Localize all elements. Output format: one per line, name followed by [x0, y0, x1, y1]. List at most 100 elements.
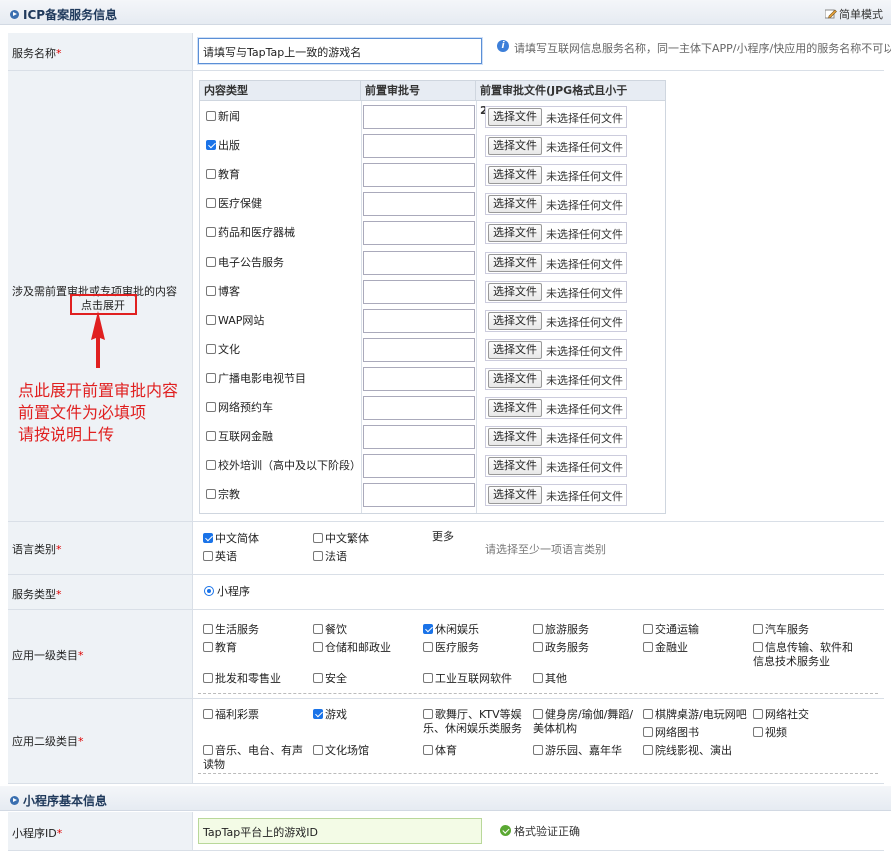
choose-file-button[interactable]: 选择文件: [488, 137, 542, 156]
checkbox-icon[interactable]: [206, 227, 216, 238]
approval-number-input[interactable]: [363, 134, 475, 159]
category-option[interactable]: 汽车服务: [753, 623, 809, 637]
approval-file-picker[interactable]: 选择文件 未选择任何文件: [485, 193, 627, 216]
approval-file-picker[interactable]: 选择文件 未选择任何文件: [485, 106, 627, 128]
checkbox-icon[interactable]: [753, 727, 763, 737]
checkbox-icon[interactable]: [206, 285, 216, 296]
approval-file-picker[interactable]: 选择文件 未选择任何文件: [485, 455, 627, 478]
lang-option[interactable]: 英语: [203, 550, 237, 564]
approval-number-input[interactable]: [363, 221, 475, 246]
choose-file-button[interactable]: 选择文件: [488, 195, 542, 214]
category-option[interactable]: 安全: [313, 672, 347, 686]
category-option[interactable]: 休闲娱乐: [423, 623, 479, 637]
category-option[interactable]: 网络图书: [643, 726, 699, 740]
approval-file-picker[interactable]: 选择文件 未选择任何文件: [485, 426, 627, 449]
checkbox-icon[interactable]: [206, 431, 216, 442]
content-type-option[interactable]: 宗教: [206, 488, 240, 502]
choose-file-button[interactable]: 选择文件: [488, 108, 542, 126]
content-type-option[interactable]: 电子公告服务: [206, 256, 284, 270]
category-option[interactable]: 歌舞厅、KTV等娱 乐、休闲娱乐类服务: [423, 708, 522, 736]
checkbox-icon[interactable]: [206, 111, 216, 121]
checkbox-icon[interactable]: [206, 343, 216, 354]
content-type-option[interactable]: 医疗保健: [206, 197, 262, 211]
approval-number-input[interactable]: [363, 366, 475, 391]
content-type-option[interactable]: 广播电影电视节目: [206, 372, 306, 386]
service-name-input[interactable]: 请填写与TapTap上一致的游戏名: [198, 38, 482, 64]
checkbox-icon[interactable]: [533, 709, 543, 719]
category-option[interactable]: 工业互联网软件: [423, 672, 512, 686]
category-option[interactable]: 文化场馆: [313, 744, 369, 758]
checkbox-icon[interactable]: [203, 745, 213, 755]
checkbox-icon[interactable]: [423, 624, 433, 634]
approval-number-input[interactable]: [363, 308, 475, 333]
approval-file-picker[interactable]: 选择文件 未选择任何文件: [485, 280, 627, 303]
checkbox-icon[interactable]: [643, 727, 653, 737]
checkbox-icon[interactable]: [203, 624, 213, 634]
checkbox-icon[interactable]: [533, 745, 543, 755]
checkbox-icon[interactable]: [313, 551, 323, 561]
checkbox-icon[interactable]: [313, 673, 323, 683]
choose-file-button[interactable]: 选择文件: [488, 428, 542, 447]
category-option[interactable]: 交通运输: [643, 623, 699, 637]
approval-file-picker[interactable]: 选择文件 未选择任何文件: [485, 222, 627, 245]
content-type-option[interactable]: 网络预约车: [206, 401, 273, 415]
approval-number-input[interactable]: [363, 425, 475, 450]
collapse-icon[interactable]: [10, 10, 19, 19]
checkbox-icon[interactable]: [206, 489, 216, 500]
checkbox-icon[interactable]: [643, 642, 653, 652]
miniprogram-id-input[interactable]: TapTap平台上的游戏ID: [198, 818, 482, 844]
category-option[interactable]: 教育: [203, 641, 237, 655]
checkbox-icon[interactable]: [533, 624, 543, 634]
content-type-option[interactable]: WAP网站: [206, 314, 264, 328]
collapse-icon[interactable]: [10, 796, 19, 805]
checkbox-icon[interactable]: [533, 673, 543, 683]
content-type-option[interactable]: 药品和医疗器械: [206, 226, 295, 240]
checkbox-icon[interactable]: [313, 745, 323, 755]
choose-file-button[interactable]: 选择文件: [488, 340, 542, 359]
approval-file-picker[interactable]: 选择文件 未选择任何文件: [485, 338, 627, 361]
approval-number-input[interactable]: [363, 105, 475, 129]
checkbox-icon[interactable]: [206, 198, 216, 209]
content-type-option[interactable]: 新闻: [206, 110, 240, 124]
checkbox-icon[interactable]: [533, 642, 543, 652]
checkbox-icon[interactable]: [423, 745, 433, 755]
category-option[interactable]: 音乐、电台、有声 读物: [203, 744, 303, 772]
choose-file-button[interactable]: 选择文件: [488, 166, 542, 185]
approval-file-picker[interactable]: 选择文件 未选择任何文件: [485, 484, 627, 507]
category-option[interactable]: 医疗服务: [423, 641, 479, 655]
approval-number-input[interactable]: [363, 454, 475, 479]
lang-option[interactable]: 中文简体: [203, 532, 259, 546]
approval-number-input[interactable]: [363, 396, 475, 420]
choose-file-button[interactable]: 选择文件: [488, 311, 542, 330]
category-option[interactable]: 福利彩票: [203, 708, 259, 722]
approval-file-picker[interactable]: 选择文件 未选择任何文件: [485, 164, 627, 187]
checkbox-icon[interactable]: [423, 642, 433, 652]
category-option[interactable]: 棋牌桌游/电玩网吧: [643, 708, 747, 722]
checkbox-icon[interactable]: [313, 624, 323, 634]
category-option[interactable]: 健身房/瑜伽/舞蹈/美体机构: [533, 708, 633, 736]
more-languages-link[interactable]: 更多: [432, 530, 454, 544]
checkbox-icon[interactable]: [643, 709, 653, 719]
checkbox-icon[interactable]: [206, 460, 216, 471]
checkbox-icon[interactable]: [203, 709, 213, 719]
content-type-option[interactable]: 博客: [206, 285, 240, 299]
approval-file-picker[interactable]: 选择文件 未选择任何文件: [485, 309, 627, 332]
checkbox-icon[interactable]: [643, 624, 653, 634]
category-option[interactable]: 体育: [423, 744, 457, 758]
approval-number-input[interactable]: [363, 279, 475, 304]
category-option[interactable]: 信息传输、软件和 信息技术服务业: [753, 641, 853, 669]
checkbox-icon[interactable]: [206, 314, 216, 325]
radio-icon[interactable]: [204, 586, 214, 596]
category-option[interactable]: 仓储和邮政业: [313, 641, 391, 655]
checkbox-icon[interactable]: [206, 372, 216, 383]
content-type-option[interactable]: 出版: [206, 139, 240, 153]
checkbox-icon[interactable]: [643, 745, 653, 755]
checkbox-icon[interactable]: [423, 709, 433, 719]
checkbox-icon[interactable]: [206, 140, 216, 151]
content-type-option[interactable]: 文化: [206, 343, 240, 357]
content-type-option[interactable]: 互联网金融: [206, 430, 273, 444]
checkbox-icon[interactable]: [313, 709, 323, 719]
content-type-option[interactable]: 校外培训（高中及以下阶段）: [206, 459, 361, 473]
category-option[interactable]: 其他: [533, 672, 567, 686]
checkbox-icon[interactable]: [753, 624, 763, 634]
